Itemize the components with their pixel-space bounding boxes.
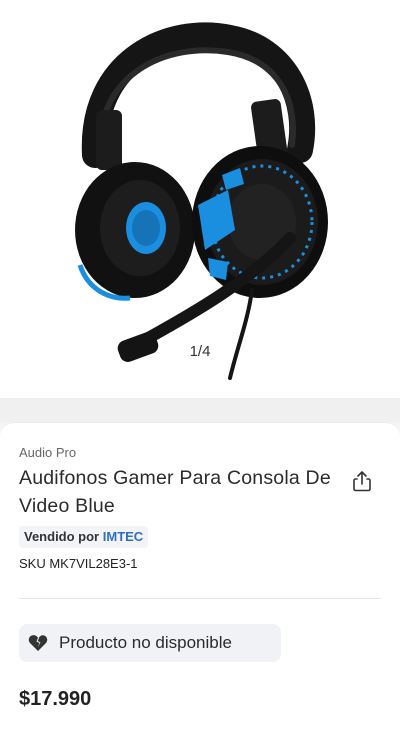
seller-prefix: Vendido por bbox=[24, 529, 100, 544]
product-price: $17.990 bbox=[19, 688, 92, 710]
product-info-card: Audio Pro Audifonos Gamer Para Consola D… bbox=[0, 422, 400, 729]
seller-link[interactable]: IMTEC bbox=[103, 529, 143, 544]
product-brand: Audio Pro bbox=[19, 445, 77, 460]
headset-image bbox=[75, 22, 328, 380]
section-separator bbox=[0, 398, 400, 422]
availability-badge: Producto no disponible bbox=[19, 624, 281, 662]
broken-heart-icon bbox=[28, 634, 48, 652]
product-title: Audifonos Gamer Para Consola De Video Bl… bbox=[19, 467, 331, 517]
seller-badge: Vendido por IMTEC bbox=[19, 526, 149, 548]
divider bbox=[19, 598, 381, 599]
share-icon bbox=[353, 471, 371, 492]
product-image-gallery[interactable]: 1/4 bbox=[0, 0, 400, 398]
share-button[interactable] bbox=[348, 467, 376, 495]
image-counter: 1/4 bbox=[189, 343, 211, 360]
product-sku: SKU MK7VIL28E3-1 bbox=[19, 556, 138, 571]
availability-label: Producto no disponible bbox=[59, 633, 232, 652]
